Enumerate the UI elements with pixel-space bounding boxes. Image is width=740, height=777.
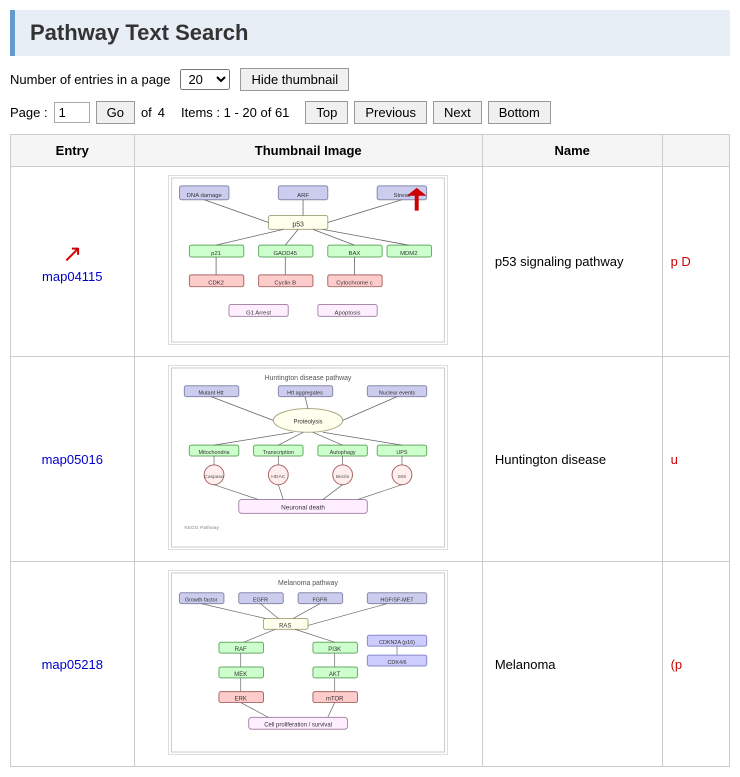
svg-text:Growth factor: Growth factor	[185, 598, 218, 604]
svg-text:Proteolysis: Proteolysis	[294, 419, 323, 425]
svg-text:Apoptosis: Apoptosis	[335, 310, 361, 316]
entry-cell: map05218	[11, 562, 135, 767]
svg-text:RAS: RAS	[279, 623, 291, 629]
entries-select[interactable]: 20 10 50 100	[180, 69, 230, 90]
svg-text:mTOR: mTOR	[326, 697, 343, 703]
entry-link[interactable]: map04115	[42, 269, 102, 284]
entry-cell: map05016	[11, 357, 135, 562]
name-truncated: u	[671, 452, 678, 467]
svg-text:Autophagy: Autophagy	[330, 450, 356, 456]
svg-text:Cytochrome c: Cytochrome c	[336, 281, 372, 287]
page-input[interactable]	[54, 102, 90, 123]
page-label: Page :	[10, 105, 48, 120]
svg-text:G1 Arrest: G1 Arrest	[246, 310, 271, 316]
bottom-button[interactable]: Bottom	[488, 101, 551, 124]
name-cell: p53 signaling pathway	[482, 167, 662, 357]
svg-text:DNA damage: DNA damage	[187, 193, 223, 199]
svg-text:p53: p53	[293, 221, 305, 228]
entry-link[interactable]: map05218	[42, 657, 103, 672]
entries-label: Number of entries in a page	[10, 72, 170, 87]
svg-text:Huntington disease pathway: Huntington disease pathway	[265, 375, 352, 382]
of-label: of	[141, 105, 152, 120]
svg-text:HDAC: HDAC	[272, 474, 286, 480]
thumbnail-cell: Huntington disease pathway Mutant Htt Ht…	[134, 357, 482, 562]
col-name: Name	[482, 135, 662, 167]
col-entry: Entry	[11, 135, 135, 167]
svg-text:FGFR: FGFR	[313, 598, 328, 604]
extra-cell: (p	[662, 562, 729, 767]
svg-text:UPS: UPS	[397, 450, 409, 456]
thumbnail-cell: Melanoma pathway Growth factor EGFR FGFR…	[134, 562, 482, 767]
svg-text:MEK: MEK	[235, 672, 248, 678]
svg-text:p21: p21	[211, 251, 221, 257]
svg-text:CDK4/6: CDK4/6	[388, 660, 407, 666]
svg-text:AKT: AKT	[329, 672, 341, 678]
thumbnail-cell: DNA damage ARF Stress p53 p21 GADD45 BAX…	[134, 167, 482, 357]
page-title: Pathway Text Search	[30, 20, 715, 46]
pathway-name: Huntington disease	[495, 452, 606, 467]
entry-arrow-icon: ↘	[19, 240, 126, 269]
svg-text:Cyclin B: Cyclin B	[275, 281, 297, 287]
previous-button[interactable]: Previous	[354, 101, 427, 124]
svg-text:CDK2: CDK2	[208, 281, 224, 287]
pathway-name: Melanoma	[495, 657, 556, 672]
svg-text:MDM2: MDM2	[400, 251, 417, 257]
pagination-row: Page : Go of 4 Items : 1 - 20 of 61 Top …	[10, 101, 730, 124]
svg-text:RAF: RAF	[235, 647, 247, 653]
svg-text:Htt aggregates: Htt aggregates	[287, 391, 323, 397]
extra-cell: p D	[662, 167, 729, 357]
items-info: Items : 1 - 20 of 61	[181, 105, 289, 120]
svg-text:Neuronal death: Neuronal death	[281, 504, 325, 511]
next-button[interactable]: Next	[433, 101, 482, 124]
svg-text:Mitochondria: Mitochondria	[199, 450, 231, 456]
svg-text:ERK: ERK	[235, 697, 247, 703]
page-wrapper: Pathway Text Search Number of entries in…	[0, 0, 740, 777]
svg-text:BAX: BAX	[349, 251, 361, 257]
table-row: ↘map04115 DNA damage ARF Stress p53 p21 …	[11, 167, 730, 357]
svg-text:CDKN2A (p16): CDKN2A (p16)	[379, 640, 415, 646]
svg-text:Mutant Htt: Mutant Htt	[199, 391, 225, 397]
svg-text:PI3K: PI3K	[328, 647, 341, 653]
svg-text:EGFR: EGFR	[253, 598, 268, 604]
table-row: map05218 Melanoma pathway Growth factor …	[11, 562, 730, 767]
svg-text:Melanoma pathway: Melanoma pathway	[278, 580, 338, 587]
top-button[interactable]: Top	[305, 101, 348, 124]
svg-text:KEGG Pathway: KEGG Pathway	[185, 525, 220, 531]
svg-text:HGF/SF-MET: HGF/SF-MET	[381, 598, 415, 604]
svg-text:Transcription: Transcription	[263, 450, 294, 456]
svg-text:Beclin: Beclin	[336, 474, 350, 480]
col-thumbnail: Thumbnail Image	[134, 135, 482, 167]
hide-thumbnail-button[interactable]: Hide thumbnail	[240, 68, 349, 91]
name-truncated: (p	[671, 657, 683, 672]
entry-cell: ↘map04115	[11, 167, 135, 357]
extra-cell: u	[662, 357, 729, 562]
name-truncated: p D	[671, 254, 691, 269]
svg-text:ARF: ARF	[297, 193, 309, 199]
svg-text:GADD45: GADD45	[274, 251, 298, 257]
pathway-name: p53 signaling pathway	[495, 254, 624, 269]
svg-text:Cell proliferation / survival: Cell proliferation / survival	[264, 722, 332, 728]
svg-text:26S: 26S	[398, 474, 407, 480]
results-table: Entry Thumbnail Image Name ↘map04115 DNA…	[10, 134, 730, 767]
table-row: map05016 Huntington disease pathway Muta…	[11, 357, 730, 562]
total-pages: 4	[158, 105, 165, 120]
svg-text:Nuclear events: Nuclear events	[379, 391, 416, 397]
go-button[interactable]: Go	[96, 101, 135, 124]
name-cell: Huntington disease	[482, 357, 662, 562]
svg-text:Caspase: Caspase	[204, 474, 224, 480]
title-bar: Pathway Text Search	[10, 10, 730, 56]
name-cell: Melanoma	[482, 562, 662, 767]
controls-row: Number of entries in a page 20 10 50 100…	[10, 68, 730, 91]
entry-link[interactable]: map05016	[42, 452, 103, 467]
col-extra	[662, 135, 729, 167]
